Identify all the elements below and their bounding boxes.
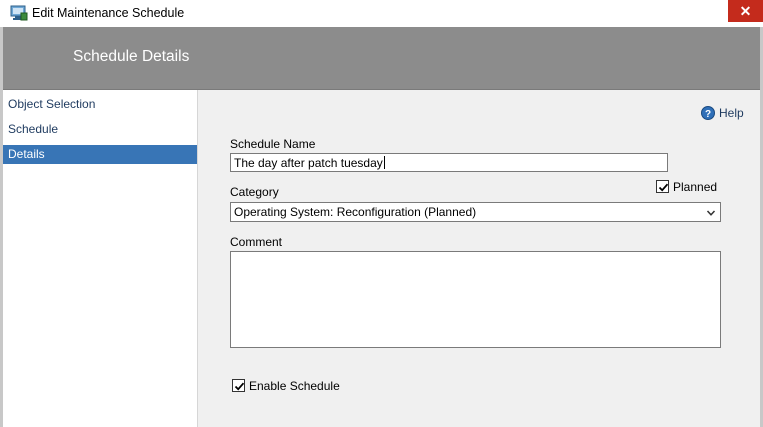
window-title: Edit Maintenance Schedule xyxy=(32,6,185,20)
planned-label: Planned xyxy=(673,180,718,194)
category-value: Operating System: Reconfiguration (Plann… xyxy=(234,205,477,219)
nav-item-details[interactable]: Details xyxy=(3,145,197,164)
close-button[interactable]: ✕ xyxy=(728,0,763,22)
nav-item-schedule[interactable]: Schedule xyxy=(3,120,197,139)
nav-item-object-selection[interactable]: Object Selection xyxy=(3,95,197,114)
category-label: Category xyxy=(230,185,279,199)
maintenance-schedule-icon xyxy=(10,5,28,21)
title-bar: Edit Maintenance Schedule ✕ xyxy=(0,0,763,28)
planned-checkbox[interactable] xyxy=(656,180,669,193)
comment-label: Comment xyxy=(230,235,283,249)
help-icon: ? xyxy=(701,106,715,120)
checkmark-icon xyxy=(234,382,245,391)
help-link[interactable]: ? Help xyxy=(701,105,744,121)
schedule-name-value: The day after patch tuesday xyxy=(234,156,385,170)
page-header: Schedule Details xyxy=(3,27,760,90)
wizard-nav: Object Selection Schedule Details xyxy=(3,90,198,427)
details-panel: ? Help Schedule Name The day after patch… xyxy=(198,90,760,427)
nav-item-label: Object Selection xyxy=(8,97,96,111)
schedule-name-input[interactable]: The day after patch tuesday xyxy=(230,153,668,172)
category-dropdown[interactable]: Operating System: Reconfiguration (Plann… xyxy=(230,202,721,222)
nav-item-label: Details xyxy=(8,147,45,161)
help-label: Help xyxy=(719,106,744,120)
comment-textarea[interactable] xyxy=(230,251,721,348)
checkmark-icon xyxy=(658,183,669,192)
page-title: Schedule Details xyxy=(73,48,190,65)
enable-schedule-checkbox[interactable] xyxy=(232,379,245,392)
svg-text:?: ? xyxy=(705,109,711,120)
schedule-name-label: Schedule Name xyxy=(230,137,316,151)
close-icon: ✕ xyxy=(739,3,752,19)
nav-item-label: Schedule xyxy=(8,122,59,136)
enable-schedule-label: Enable Schedule xyxy=(249,379,340,393)
chevron-down-icon xyxy=(706,207,716,217)
